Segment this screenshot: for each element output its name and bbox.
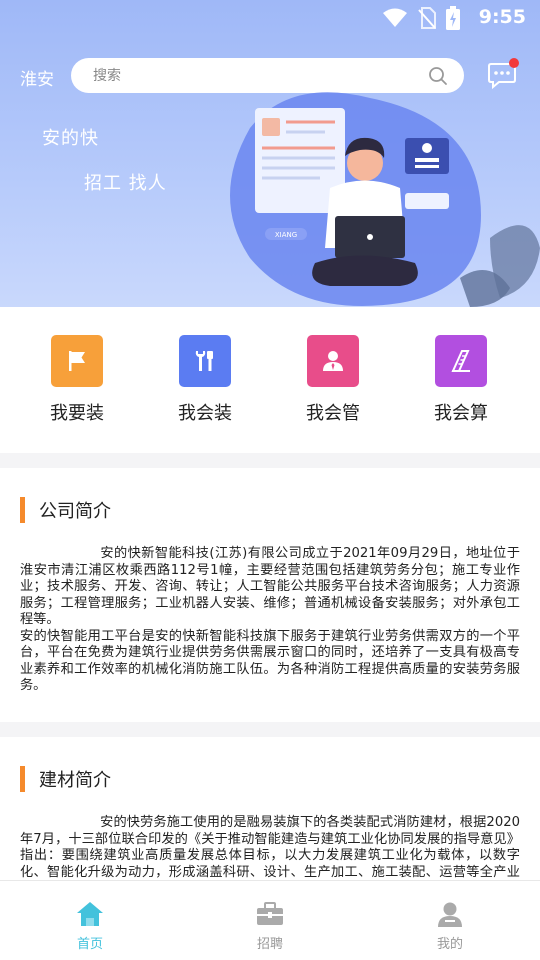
company-description: 安的快新智能科技(江苏)有限公司成立于2021年09月29日，地址位于淮安市清江… — [20, 546, 520, 695]
section-header: 公司简介 — [20, 496, 111, 524]
banner-slogan-1: 安的快 — [42, 128, 99, 149]
company-section: 公司简介 安的快新智能科技(江苏)有限公司成立于2021年09月29日，地址位于… — [0, 468, 540, 722]
quick-icon-box — [51, 335, 103, 387]
wifi-icon — [383, 8, 407, 27]
quick-icon-box — [179, 335, 231, 387]
status-icons — [382, 6, 460, 30]
status-bar: 9:55 — [0, 0, 540, 38]
nav-icon-wrap — [210, 901, 330, 927]
materials-paragraph-1: 安的快劳务施工使用的是融易装旗下的各类装配式消防建材，根据2020年7月，十三部… — [20, 815, 520, 880]
quick-icon-box — [435, 335, 487, 387]
illustration-tag: XIANG — [275, 231, 297, 239]
nav-label: 首页 — [76, 937, 103, 952]
quick-item-install-request[interactable]: 我要装 — [32, 335, 122, 425]
flag-icon — [69, 351, 85, 371]
ruler-icon — [451, 350, 470, 372]
section-title: 建材简介 — [39, 770, 111, 791]
no-sim-icon — [418, 7, 436, 29]
nav-icon-wrap — [390, 901, 510, 927]
person-icon — [323, 351, 343, 371]
search-input[interactable] — [93, 65, 413, 87]
company-paragraph-1: 安的快新智能科技(江苏)有限公司成立于2021年09月29日，地址位于淮安市清江… — [20, 546, 520, 627]
company-paragraph-2: 安的快智能用工平台是安的快新智能科技旗下服务于建筑行业劳务供需双方的一个平台，平… — [20, 628, 520, 694]
section-title: 公司简介 — [39, 501, 111, 522]
unread-dot — [509, 58, 519, 68]
tools-icon — [195, 351, 213, 371]
banner-illustration[interactable]: XIANG — [210, 88, 540, 307]
quick-label: 我会管 — [306, 403, 360, 424]
nav-home[interactable]: 首页 — [30, 881, 150, 960]
home-icon — [77, 902, 103, 926]
section-header: 建材简介 — [20, 765, 111, 793]
nav-icon-wrap — [30, 901, 150, 927]
search-icon[interactable] — [428, 66, 448, 86]
quick-label: 我会算 — [434, 403, 488, 424]
message-button[interactable] — [487, 58, 519, 90]
battery-charging-icon — [446, 6, 460, 30]
quick-icon-box — [307, 335, 359, 387]
quick-label: 我要装 — [50, 403, 104, 424]
nav-mine[interactable]: 我的 — [390, 881, 510, 960]
banner-slogan-2: 招工 找人 — [84, 173, 167, 194]
quick-menu: 我要装 我会装 我会管 我会算 — [0, 307, 540, 453]
nav-label: 招聘 — [256, 937, 283, 952]
section-accent-bar — [20, 766, 25, 792]
header-banner: 9:55 淮安 安的快 招工 找人 — [0, 0, 540, 307]
nav-label: 我的 — [436, 937, 463, 952]
city-selector[interactable]: 淮安 — [20, 65, 54, 90]
quick-item-can-install[interactable]: 我会装 — [160, 335, 250, 425]
user-icon — [438, 902, 462, 927]
quick-label: 我会装 — [178, 403, 232, 424]
bottom-nav: 首页 招聘 我的 — [0, 880, 540, 960]
briefcase-icon — [257, 902, 283, 925]
status-time: 9:55 — [478, 6, 526, 28]
materials-section: 建材简介 安的快劳务施工使用的是融易装旗下的各类装配式消防建材，根据2020年7… — [0, 737, 540, 880]
quick-item-can-calculate[interactable]: 我会算 — [416, 335, 506, 425]
nav-recruit[interactable]: 招聘 — [210, 881, 330, 960]
section-accent-bar — [20, 497, 25, 523]
quick-item-can-manage[interactable]: 我会管 — [288, 335, 378, 425]
materials-description: 安的快劳务施工使用的是融易装旗下的各类装配式消防建材，根据2020年7月，十三部… — [20, 815, 520, 880]
